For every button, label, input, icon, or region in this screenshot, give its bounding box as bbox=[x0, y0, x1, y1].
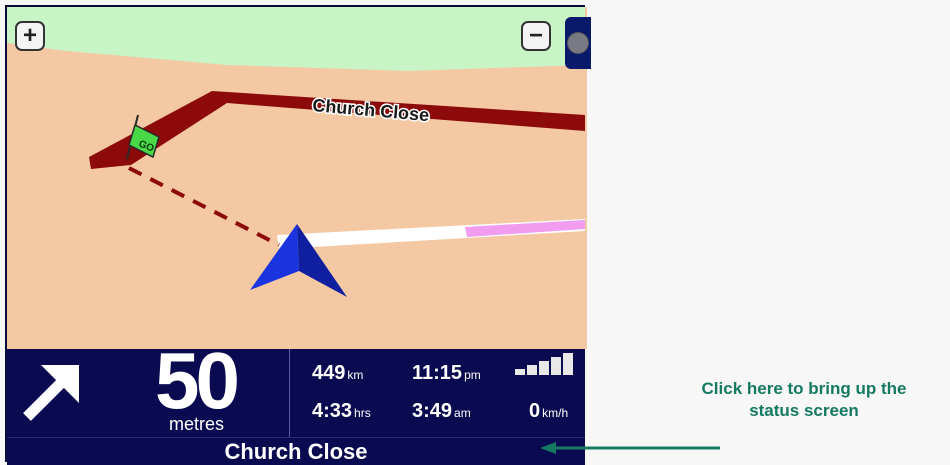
status-divider bbox=[289, 349, 290, 437]
gps-indicator-icon bbox=[567, 32, 589, 54]
distance-remaining[interactable]: 449 km bbox=[312, 363, 363, 383]
arrival-time-value: 11:15 bbox=[412, 362, 463, 384]
gps-status-tab[interactable] bbox=[565, 17, 591, 69]
arrival-time-unit: pm bbox=[464, 368, 481, 382]
distance-remaining-unit: km bbox=[347, 368, 364, 382]
instruction-bar[interactable]: 50 metres 449 km 11:15 pm 4:33 hrs 3:49 am 0… bbox=[7, 341, 585, 437]
zoom-in-button[interactable]: + bbox=[15, 21, 45, 51]
navigation-device-screen: Church Close GO + − 50 metres 449 km 11:1… bbox=[5, 5, 591, 465]
status-screen-callout: Click here to bring up the status screen bbox=[654, 378, 950, 422]
current-time-unit: am bbox=[454, 406, 471, 420]
zoom-out-button[interactable]: − bbox=[521, 21, 551, 51]
arrow-up-right-icon bbox=[23, 365, 79, 421]
speed-value: 0 bbox=[529, 400, 541, 422]
speed-unit: km/h bbox=[542, 406, 569, 420]
distance-to-turn: 50 bbox=[155, 336, 240, 425]
current-time-value: 3:49 bbox=[412, 400, 453, 422]
arrival-time[interactable]: 11:15 pm bbox=[412, 363, 481, 383]
distance-unit: metres bbox=[169, 414, 225, 434]
callout-line-2: status screen bbox=[749, 401, 859, 420]
time-remaining[interactable]: 4:33 hrs bbox=[312, 401, 371, 421]
distance-remaining-value: 449 bbox=[312, 362, 346, 384]
current-street-name: Church Close bbox=[224, 439, 368, 464]
current-speed[interactable]: 0 km/h bbox=[529, 401, 568, 421]
time-remaining-value: 4:33 bbox=[312, 400, 353, 422]
callout-pointer-arrow-icon bbox=[540, 442, 720, 454]
signal-strength-icon bbox=[515, 353, 577, 375]
time-remaining-unit: hrs bbox=[354, 406, 371, 420]
street-name-bar[interactable]: Church Close bbox=[7, 437, 585, 465]
callout-line-1: Click here to bring up the bbox=[701, 379, 907, 398]
current-time[interactable]: 3:49 am bbox=[412, 401, 471, 421]
